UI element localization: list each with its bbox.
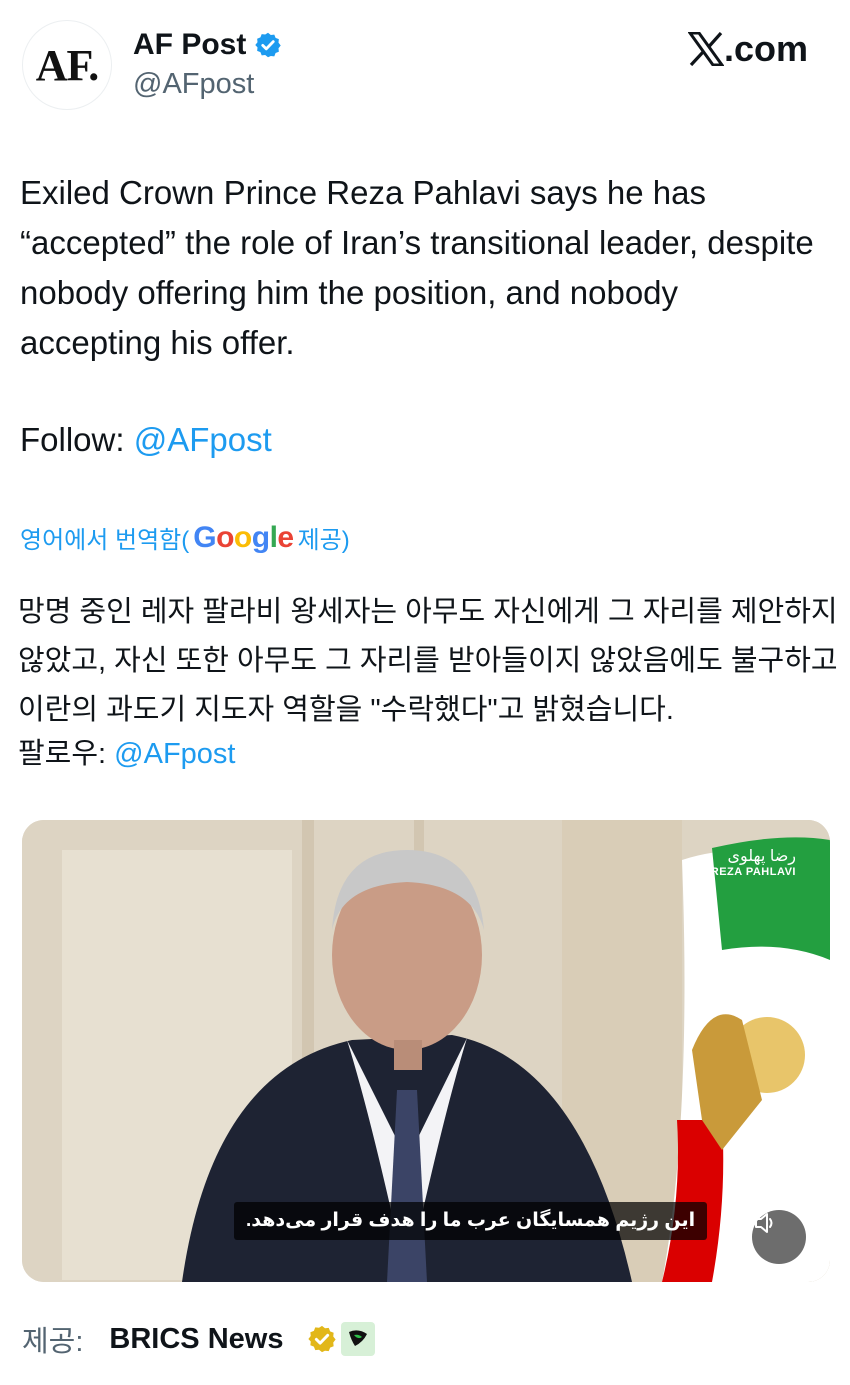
- translate-suffix: 제공): [297, 527, 350, 554]
- reza-pahlavi-watermark: رضا پهلوی REZA PAHLAVI: [711, 848, 796, 878]
- user-handle[interactable]: @AFpost: [133, 68, 254, 101]
- avatar-logo-text: AF.: [35, 40, 100, 90]
- translated-by-google-link[interactable]: 영어에서 번역함( Google 제공): [20, 520, 350, 555]
- translated-follow-handle-link[interactable]: @AFpost: [114, 738, 235, 770]
- google-logo: Google: [193, 520, 294, 554]
- site-domain: .com: [723, 28, 808, 69]
- gold-verified-badge-icon: [308, 1325, 337, 1353]
- translated-follow-label: 팔로우:: [18, 738, 115, 770]
- follow-line: Follow: @AFpost: [20, 415, 272, 465]
- mute-toggle-button[interactable]: [752, 1210, 806, 1264]
- translated-follow-line: 팔로우: @AFpost: [18, 732, 235, 776]
- translate-prefix: 영어에서 번역함(: [20, 527, 190, 554]
- video-subtitle: این رژیم همسایگان عرب ما را هدف قرار می‌…: [234, 1202, 708, 1240]
- display-name[interactable]: AF Post: [133, 28, 246, 62]
- watermark-persian: رضا پهلوی: [727, 848, 796, 865]
- x-logo-icon: [687, 32, 724, 66]
- x-com-logo: .com: [687, 28, 808, 70]
- provider-name[interactable]: BRICS News: [109, 1323, 283, 1356]
- watermark-english: REZA PAHLAVI: [710, 866, 796, 878]
- name-row: AF Post: [133, 28, 282, 62]
- speaker-icon: [755, 1213, 773, 1233]
- tweet-text: Exiled Crown Prince Reza Pahlavi says he…: [20, 174, 814, 361]
- provided-by-label: 제공:: [22, 1326, 84, 1358]
- brics-affiliate-logo-icon: [341, 1322, 376, 1356]
- provided-by-row: 제공: BRICS News: [22, 1318, 376, 1360]
- follow-handle-link[interactable]: @AFpost: [134, 421, 272, 458]
- tweet-header: AF. AF Post @AFpost .com: [0, 0, 850, 130]
- avatar[interactable]: AF.: [22, 20, 112, 110]
- follow-label: Follow:: [20, 421, 134, 458]
- video-player[interactable]: رضا پهلوی REZA PAHLAVI این رژیم همسایگان…: [22, 820, 830, 1282]
- verified-badge-icon: [255, 32, 282, 58]
- translated-text: 망명 중인 레자 팔라비 왕세자는 아무도 자신에게 그 자리를 제안하지 않았…: [18, 596, 838, 726]
